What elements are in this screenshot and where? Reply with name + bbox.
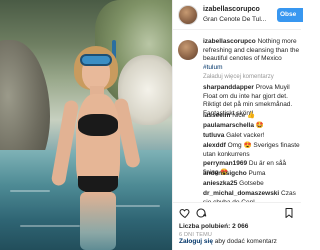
comment-text: Gotsebe	[239, 180, 264, 187]
caption-username[interactable]: izabellascorupco	[203, 38, 256, 45]
login-text: aby dodać komentarz	[214, 238, 277, 245]
caption: izabellascorupco Nothing more refreshing…	[203, 38, 301, 72]
comment-text: Galet vacker!	[226, 132, 265, 139]
comment-username[interactable]: alexddf	[203, 142, 226, 149]
water-ripple	[10, 190, 50, 192]
comment-username[interactable]: andenssigcho	[203, 170, 247, 177]
comment: tutluva Galet vacker!	[203, 132, 301, 141]
comment-username[interactable]: perryman1969	[203, 160, 247, 167]
comment: lasseelm Nice 👍	[203, 112, 301, 121]
comment-username[interactable]: dr_michal_domaszewski	[203, 190, 279, 197]
comment-username[interactable]: paulamarschella	[203, 122, 254, 129]
comment-username[interactable]: anieszka25	[203, 180, 237, 187]
bookmark-icon[interactable]	[283, 207, 295, 219]
diving-mask	[80, 54, 112, 66]
post-location[interactable]: Gran Cenote De Tul...	[203, 16, 266, 23]
heart-icon[interactable]	[179, 207, 191, 219]
follow-button[interactable]: Obse	[277, 8, 303, 22]
avatar[interactable]	[178, 5, 198, 25]
comments-list[interactable]: izabellascorupco Nothing more refreshing…	[173, 32, 301, 202]
login-prompt: Zaloguj się aby dodać komentarz	[179, 238, 277, 245]
bikini-top	[78, 114, 118, 136]
comment-text: Nice 👍	[232, 112, 256, 119]
post-header: izabellascorupco Gran Cenote De Tul... O…	[173, 0, 303, 30]
comment: paulamarschella 🤩	[203, 122, 301, 131]
comment-username[interactable]: lasseelm	[203, 112, 230, 119]
comment: alexddf Omg 😍 Sveriges finaste utan konk…	[203, 142, 301, 159]
person-in-bikini	[50, 40, 142, 250]
comment-username[interactable]: sharpanddapper	[203, 84, 254, 91]
comment: dr_michal_domaszewski Czas się chyba do …	[203, 190, 301, 202]
comment: anieszka25 Gotsebe	[203, 180, 301, 189]
caption-avatar[interactable]	[178, 40, 198, 60]
login-link[interactable]: Zaloguj się	[179, 238, 213, 245]
legs	[80, 192, 116, 250]
likes-count[interactable]: Liczba polubień: 2 066	[179, 223, 248, 230]
comment-text: 🤩	[255, 122, 264, 129]
comment-text: Puma	[248, 170, 266, 177]
comment-username[interactable]: tutluva	[203, 132, 224, 139]
comment-icon[interactable]	[195, 207, 207, 219]
post-photo[interactable]	[0, 0, 172, 250]
hashtag-link[interactable]: #tulum	[203, 64, 223, 71]
comment: andenssigcho Puma	[203, 170, 301, 179]
load-more-comments[interactable]: Załaduj więcej komentarzy	[203, 74, 274, 80]
post-sidebar: izabellascorupco Gran Cenote De Tul... O…	[172, 0, 303, 250]
post-username[interactable]: izabellascorupco	[203, 6, 260, 13]
